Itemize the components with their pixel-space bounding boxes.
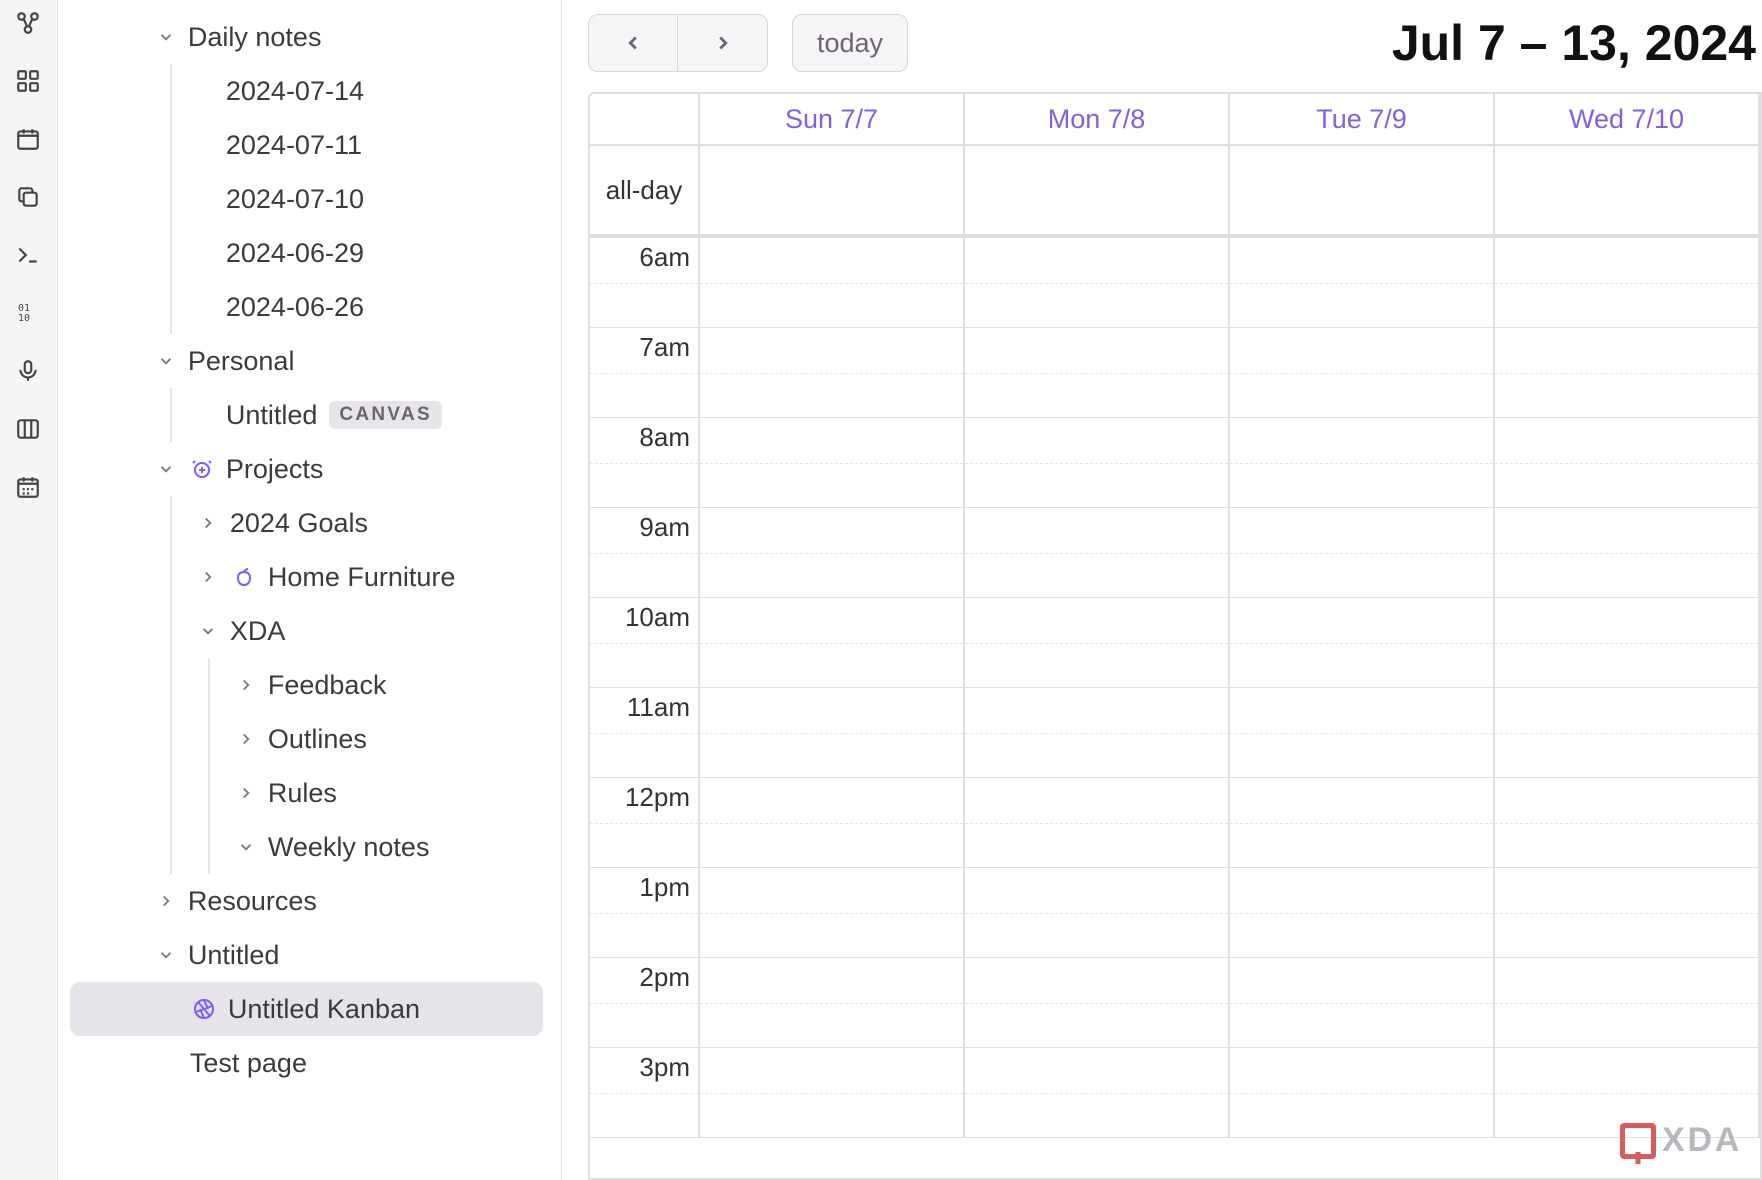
calendar-title: Jul 7 – 13, 2024: [1392, 14, 1762, 72]
calendar-view: today Jul 7 – 13, 2024 Sun 7/7 Mon 7/8 T…: [562, 0, 1762, 1180]
next-button[interactable]: [678, 14, 768, 72]
prev-button[interactable]: [588, 14, 678, 72]
calendar-alt-icon[interactable]: [13, 472, 43, 502]
alarm-plus-icon: [188, 455, 216, 483]
time-label: 1pm: [590, 868, 698, 958]
folder-xda[interactable]: XDA: [172, 604, 543, 658]
folder-daily-notes[interactable]: Daily notes: [70, 10, 543, 64]
day-header[interactable]: Tue 7/9: [1230, 94, 1495, 144]
icon-rail: 0110: [0, 0, 58, 1180]
time-label: 8am: [590, 418, 698, 508]
allday-cell[interactable]: [1230, 146, 1495, 234]
chevron-right-icon: [196, 565, 220, 589]
nav-button-group: [588, 14, 768, 72]
note-item[interactable]: 2024-07-11: [172, 118, 543, 172]
svg-text:10: 10: [18, 313, 30, 324]
note-item[interactable]: 2024-06-29: [172, 226, 543, 280]
time-label: 10am: [590, 598, 698, 688]
aperture-icon: [190, 995, 218, 1023]
calendar-icon[interactable]: [13, 124, 43, 154]
folder-personal[interactable]: Personal: [70, 334, 543, 388]
allday-row: all-day: [590, 144, 1760, 238]
canvas-badge: CANVAS: [329, 401, 442, 429]
day-header[interactable]: Wed 7/10: [1495, 94, 1760, 144]
allday-cell[interactable]: [700, 146, 965, 234]
xda-watermark: XDA: [1620, 1121, 1742, 1160]
time-label: 7am: [590, 328, 698, 418]
note-test-page[interactable]: Test page: [70, 1036, 543, 1090]
folder-feedback[interactable]: Feedback: [210, 658, 543, 712]
graph-icon[interactable]: [13, 8, 43, 38]
note-item[interactable]: 2024-07-14: [172, 64, 543, 118]
folder-label: Daily notes: [188, 22, 322, 53]
calendar-grid: Sun 7/7 Mon 7/8 Tue 7/9 Wed 7/10 all-day…: [588, 92, 1762, 1180]
time-label: 2pm: [590, 958, 698, 1048]
folder-resources[interactable]: Resources: [70, 874, 543, 928]
time-labels: 6am 7am 8am 9am 10am 11am 12pm 1pm 2pm 3…: [590, 238, 700, 1138]
chevron-down-icon: [196, 619, 220, 643]
calendar-header: today Jul 7 – 13, 2024: [588, 14, 1762, 72]
apple-icon: [230, 563, 258, 591]
chevron-down-icon: [154, 943, 178, 967]
note-item[interactable]: 2024-06-26: [172, 280, 543, 334]
copy-icon[interactable]: [13, 182, 43, 212]
time-label: 9am: [590, 508, 698, 598]
note-untitled-kanban[interactable]: Untitled Kanban: [70, 982, 543, 1036]
time-label: 6am: [590, 238, 698, 328]
chevron-right-icon: [234, 673, 258, 697]
chevron-down-icon: [154, 457, 178, 481]
note-untitled-canvas[interactable]: Untitled CANVAS: [172, 388, 543, 442]
grid-icon[interactable]: [13, 66, 43, 96]
chevron-right-icon: [234, 781, 258, 805]
folder-2024-goals[interactable]: 2024 Goals: [172, 496, 543, 550]
allday-cell[interactable]: [1495, 146, 1760, 234]
day-header[interactable]: Mon 7/8: [965, 94, 1230, 144]
folder-home-furniture[interactable]: Home Furniture: [172, 550, 543, 604]
calendar-day-headers: Sun 7/7 Mon 7/8 Tue 7/9 Wed 7/10: [590, 94, 1760, 144]
time-label: 3pm: [590, 1048, 698, 1138]
folder-rules[interactable]: Rules: [210, 766, 543, 820]
binary-icon[interactable]: 0110: [13, 298, 43, 328]
terminal-icon[interactable]: [13, 240, 43, 270]
chevron-down-icon: [154, 349, 178, 373]
chevron-right-icon: [234, 727, 258, 751]
mic-icon[interactable]: [13, 356, 43, 386]
xda-logo-icon: [1620, 1123, 1656, 1159]
allday-label: all-day: [590, 146, 700, 234]
board-icon[interactable]: [13, 414, 43, 444]
time-label: 12pm: [590, 778, 698, 868]
allday-cell[interactable]: [965, 146, 1230, 234]
folder-weekly-notes[interactable]: Weekly notes: [210, 820, 543, 874]
folder-projects[interactable]: Projects: [70, 442, 543, 496]
day-header[interactable]: Sun 7/7: [700, 94, 965, 144]
note-item[interactable]: 2024-07-10: [172, 172, 543, 226]
chevron-down-icon: [234, 835, 258, 859]
time-label: 11am: [590, 688, 698, 778]
chevron-down-icon: [154, 25, 178, 49]
chevron-right-icon: [154, 889, 178, 913]
folder-untitled[interactable]: Untitled: [70, 928, 543, 982]
file-tree: Daily notes 2024-07-14 2024-07-11 2024-0…: [58, 0, 562, 1180]
chevron-right-icon: [196, 511, 220, 535]
today-button[interactable]: today: [792, 14, 908, 72]
folder-outlines[interactable]: Outlines: [210, 712, 543, 766]
